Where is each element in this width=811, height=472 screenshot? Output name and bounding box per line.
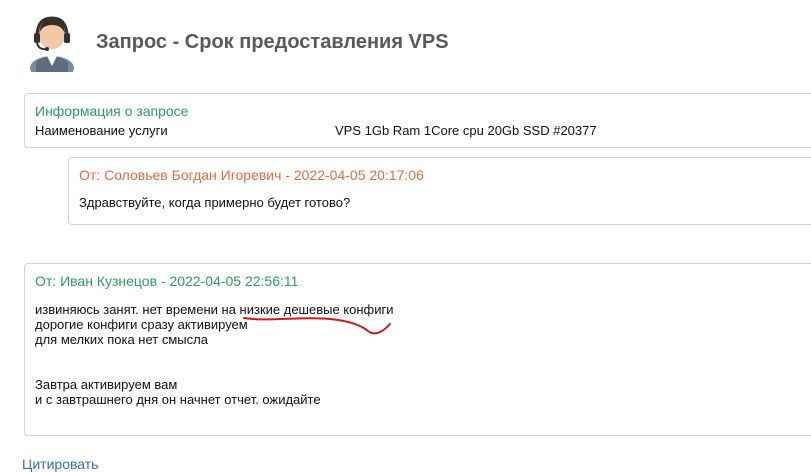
message-staff: От: Иван Кузнецов - 2022-04-05 22:56:11 … <box>24 263 811 436</box>
service-name-value: VPS 1Gb Ram 1Core cpu 20Gb SSD #20377 <box>335 123 597 138</box>
message-client: От: Соловьев Богдан Игоревич - 2022-04-0… <box>68 157 811 225</box>
quote-link[interactable]: Цитировать <box>22 456 98 472</box>
request-info-heading: Информация о запросе <box>35 103 189 119</box>
page-title: Запрос - Срок предоставления VPS <box>96 31 449 53</box>
service-name-label: Наименование услуги <box>35 123 168 138</box>
request-info-panel: Информация о запросе Наименование услуги… <box>24 93 811 148</box>
message-body: Здравствуйте, когда примерно будет готов… <box>79 195 351 210</box>
support-agent-headset-icon <box>28 10 76 80</box>
message-header: От: Соловьев Богдан Игоревич - 2022-04-0… <box>79 167 424 183</box>
message-body: извиняюсь занят. нет времени на низкие д… <box>35 302 394 407</box>
message-header: От: Иван Кузнецов - 2022-04-05 22:56:11 <box>35 273 299 289</box>
